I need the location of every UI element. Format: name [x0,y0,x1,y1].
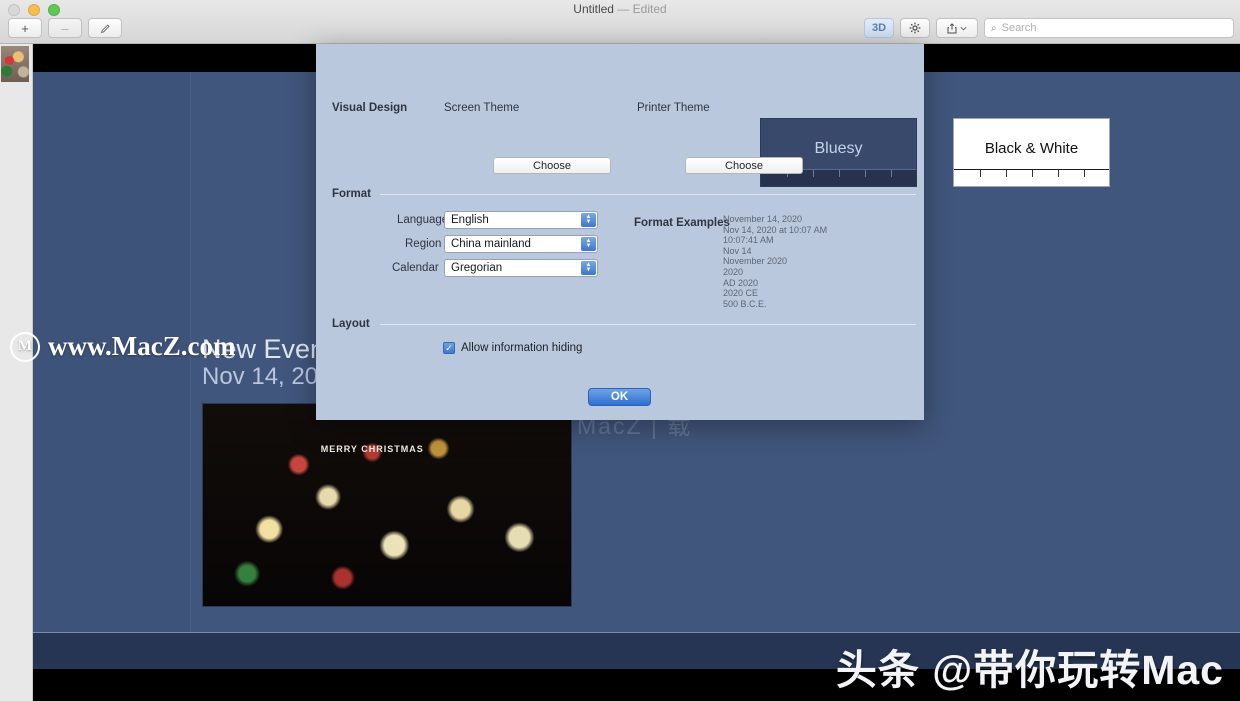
watermark-site: M www.MacZ.com [10,331,235,362]
format-example-item: November 2020 [723,256,788,267]
watermark-bottom: 头条 @带你玩转Mac [835,647,1224,693]
share-button[interactable] [936,18,978,38]
window-title: Untitled — Edited [0,2,1240,16]
calendar-label: Calendar [392,262,439,274]
search-placeholder: Search [1001,22,1037,34]
allow-information-hiding-checkbox[interactable]: ✓ [443,342,455,354]
region-select[interactable]: China mainland ▲ ▼ [444,235,598,253]
format-examples-list: November 14, 2020 Nov 14, 2020 at 10:07 … [723,214,827,309]
app-window: Untitled — Edited + – 3D ⌕ Search New Ev… [0,0,1240,701]
pencil-icon[interactable] [88,18,122,38]
gear-glyph [909,22,921,34]
screen-theme-preview[interactable]: Bluesy [760,118,917,187]
remove-button[interactable]: – [48,18,82,38]
window-title-text: Untitled [573,2,614,16]
format-examples-label: Format Examples [634,217,730,229]
printer-theme-label: Printer Theme [637,102,710,114]
allow-information-hiding-label: Allow information hiding [461,342,583,354]
chevron-down-icon [960,26,967,30]
format-example-item: 2020 CE [723,288,759,299]
region-stepper-icon[interactable]: ▲ ▼ [581,237,596,251]
calendar-stepper-icon[interactable]: ▲ ▼ [581,261,596,275]
preferences-sheet: Visual Design Screen Theme Printer Theme… [316,44,1110,420]
printer-theme-name: Black & White [984,140,1079,157]
toolbar-right: 3D ⌕ Search [864,18,1234,38]
view-3d-button[interactable]: 3D [864,18,894,38]
language-label: Language [397,214,449,226]
format-section-label: Format [332,188,371,200]
sidebar [0,44,33,701]
printer-theme-preview[interactable]: Black & White [953,118,1110,187]
format-example-item: AD 2020 [723,277,759,288]
layout-divider [380,324,916,325]
calendar-select[interactable]: Gregorian ▲ ▼ [444,259,598,277]
photo-caption: MERRY CHRISTMAS [320,444,424,455]
language-select[interactable]: English ▲ ▼ [444,211,598,229]
format-example-item: 2020 [723,266,744,277]
format-example-item: 500 B.C.E. [723,298,767,309]
visual-design-section-label: Visual Design [332,102,408,114]
region-value: China mainland [451,238,531,250]
gear-icon[interactable] [900,18,930,38]
window-edited-label: — Edited [617,2,667,16]
pencil-glyph [100,23,110,33]
allow-information-hiding-row[interactable]: ✓ Allow information hiding [443,342,582,354]
add-button[interactable]: + [8,18,42,38]
watermark-badge-icon: M [10,331,40,362]
region-label: Region [405,238,442,250]
language-stepper-icon[interactable]: ▲ ▼ [581,213,596,227]
format-example-item: Nov 14, 2020 at 10:07 AM [723,224,828,235]
screen-theme-choose-button[interactable]: Choose [493,157,611,174]
format-example-item: November 14, 2020 [723,214,803,224]
layout-section-label: Layout [332,318,370,330]
screen-theme-name: Bluesy [814,140,863,157]
event-photo[interactable]: MERRY CHRISTMAS [202,403,572,607]
format-divider [380,194,916,195]
printer-theme-ruler [954,169,1109,186]
share-icon [947,22,957,33]
toolbar-left: + – [8,18,122,38]
sidebar-thumbnail[interactable] [1,46,29,82]
format-example-item: Nov 14 [723,245,752,256]
watermark-site-text: www.MacZ.com [48,331,236,361]
calendar-value: Gregorian [451,262,503,274]
screen-theme-label: Screen Theme [444,102,520,114]
ok-button[interactable]: OK [588,388,651,406]
format-example-item: 10:07:41 AM [723,235,774,246]
search-input[interactable]: ⌕ Search [984,18,1234,38]
language-value: English [451,214,489,226]
title-bar: Untitled — Edited + – 3D ⌕ Search [0,0,1240,44]
search-icon: ⌕ [991,22,997,34]
printer-theme-choose-button[interactable]: Choose [685,157,803,174]
